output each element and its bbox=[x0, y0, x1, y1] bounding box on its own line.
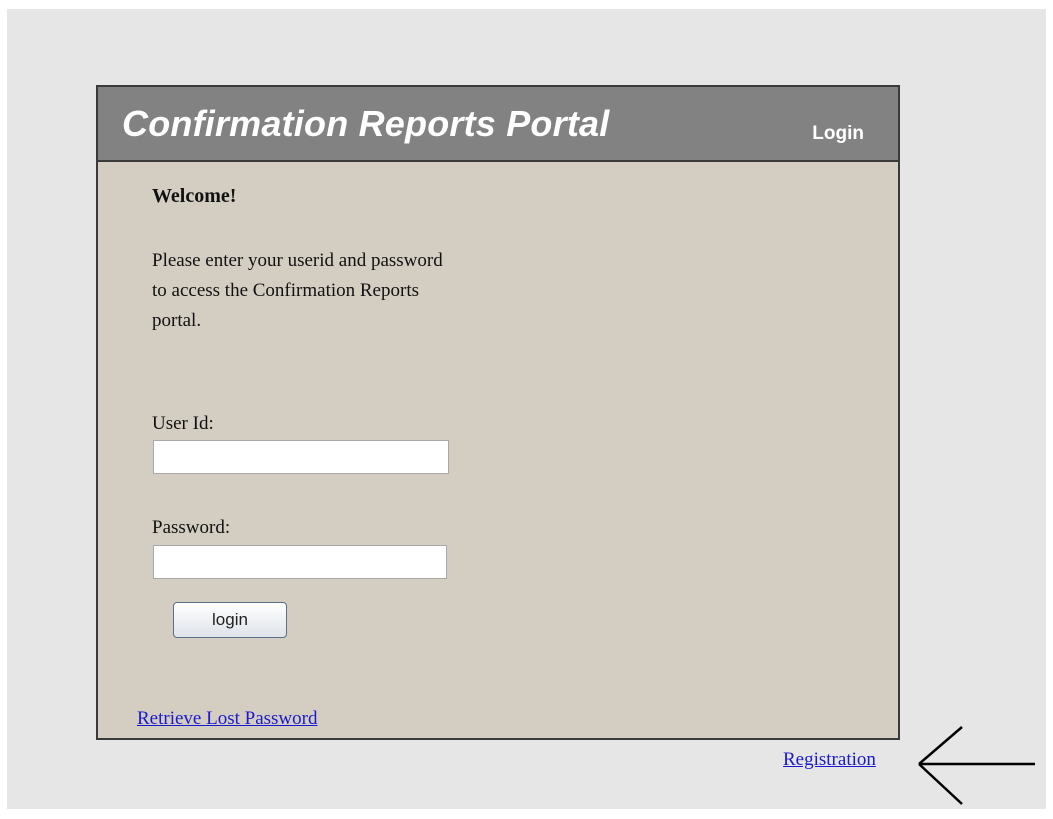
page-title: Confirmation Reports Portal bbox=[122, 103, 610, 144]
registration-link[interactable]: Registration bbox=[783, 749, 876, 771]
panel-header: Confirmation Reports Portal Login bbox=[98, 87, 898, 162]
left-arrow-icon bbox=[918, 726, 1035, 805]
login-panel: Confirmation Reports Portal Login Welcom… bbox=[96, 85, 900, 740]
userid-input[interactable] bbox=[153, 440, 449, 474]
login-button[interactable]: login bbox=[173, 602, 287, 638]
welcome-heading: Welcome! bbox=[152, 185, 237, 207]
header-login-label: Login bbox=[812, 123, 864, 144]
password-label: Password: bbox=[152, 517, 231, 538]
retrieve-lost-password-link[interactable]: Retrieve Lost Password bbox=[137, 708, 317, 730]
password-input[interactable] bbox=[153, 545, 447, 579]
userid-label: User Id: bbox=[152, 413, 214, 434]
instructions-text: Please enter your userid and password to… bbox=[152, 250, 443, 331]
